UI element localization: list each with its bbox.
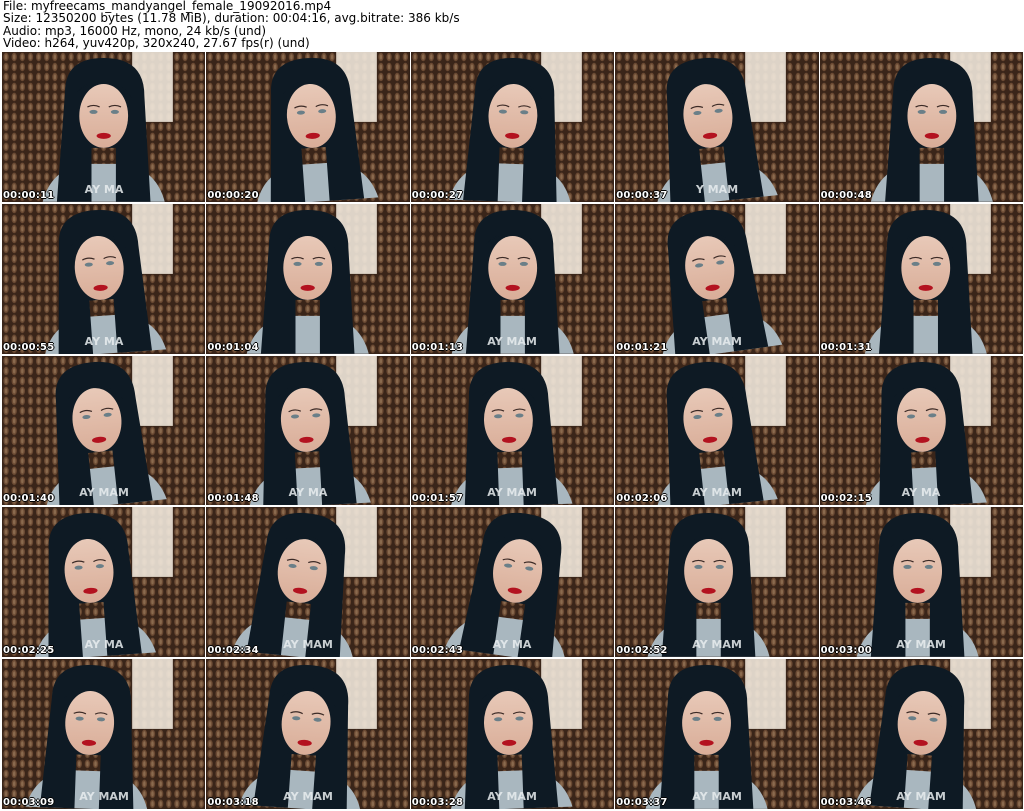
frame-timestamp: 00:00:27 bbox=[411, 189, 464, 201]
webcam-frame-image bbox=[206, 52, 410, 202]
shirt-print-text: MAM YA bbox=[692, 790, 742, 803]
file-info-header: File: myfreecams_mandyangel_female_19092… bbox=[3, 0, 1021, 52]
webcam-frame-image bbox=[819, 659, 1023, 809]
shirt-print-text: MAM YA bbox=[487, 486, 538, 500]
video-thumbnail: MAM YA 00:01:57 bbox=[410, 355, 615, 506]
shirt-print-text: AM YA bbox=[84, 182, 124, 196]
shirt-print-text: MAM YA bbox=[487, 790, 538, 803]
webcam-frame-image bbox=[615, 355, 819, 506]
video-thumbnail: MAM YA 00:03:37 bbox=[615, 659, 819, 809]
video-thumbnail: 00:00:20 bbox=[206, 52, 410, 202]
video-thumbnail: 00:01:04 bbox=[206, 203, 410, 354]
video-info-line: Video: h264, yuv420p, 320x240, 27.67 fps… bbox=[3, 36, 310, 51]
shirt-print-text: MAM YA bbox=[78, 790, 129, 803]
webcam-frame-image bbox=[206, 355, 410, 506]
shirt-print-text: MAM YA bbox=[78, 486, 129, 500]
shirt-print-text: MAM YA bbox=[692, 486, 742, 500]
video-thumbnail: MAM YA 00:03:09 bbox=[2, 659, 206, 809]
frame-timestamp: 00:03:00 bbox=[820, 645, 872, 657]
frame-timestamp: 00:01:21 bbox=[616, 341, 668, 353]
frame-timestamp: 00:02:06 bbox=[616, 493, 668, 505]
frame-timestamp: 00:03:28 bbox=[411, 797, 464, 808]
video-thumbnail: MAM YA 00:02:06 bbox=[615, 355, 819, 506]
webcam-frame-image bbox=[2, 355, 206, 506]
shirt-print-text: MAM Y bbox=[695, 182, 738, 196]
frame-timestamp: 00:01:31 bbox=[820, 341, 872, 353]
webcam-frame-image bbox=[615, 52, 819, 202]
frame-timestamp: 00:02:15 bbox=[820, 493, 872, 505]
webcam-frame-image bbox=[206, 507, 410, 658]
frame-timestamp: 00:02:52 bbox=[616, 645, 668, 657]
webcam-frame-image bbox=[410, 507, 615, 658]
video-thumbnail: AM YA 00:02:25 bbox=[2, 507, 206, 658]
webcam-frame-image bbox=[615, 507, 819, 658]
webcam-frame-image bbox=[819, 507, 1023, 658]
video-thumbnail: AM YA 00:00:11 bbox=[2, 52, 206, 202]
webcam-frame-image bbox=[410, 659, 615, 809]
frame-timestamp: 00:00:37 bbox=[616, 189, 668, 201]
webcam-frame-image bbox=[2, 659, 206, 809]
video-thumbnail: MAM YA 00:01:40 bbox=[2, 355, 206, 506]
frame-timestamp: 00:03:09 bbox=[3, 797, 55, 808]
shirt-print-text: AM YA bbox=[84, 334, 124, 348]
webcam-frame-image bbox=[2, 507, 206, 658]
webcam-frame-image bbox=[206, 203, 410, 354]
frame-timestamp: 00:00:55 bbox=[3, 341, 55, 353]
video-thumbnail: AM YA 00:02:15 bbox=[819, 355, 1023, 506]
frame-timestamp: 00:02:43 bbox=[411, 645, 464, 657]
frame-timestamp: 00:00:11 bbox=[3, 189, 55, 201]
webcam-frame-image bbox=[206, 659, 410, 809]
video-thumbnail: MAM YA 00:01:13 bbox=[410, 203, 615, 354]
video-thumbnail: 00:00:48 bbox=[819, 52, 1023, 202]
frame-timestamp: 00:01:48 bbox=[207, 493, 259, 505]
shirt-print-text: AM YA bbox=[901, 486, 941, 500]
webcam-frame-image bbox=[819, 52, 1023, 202]
video-thumbnail: MAM Y 00:00:37 bbox=[615, 52, 819, 202]
shirt-print-text: AM YA bbox=[84, 638, 124, 652]
shirt-print-text: MAM YA bbox=[692, 334, 742, 348]
shirt-print-text: MAM YA bbox=[283, 638, 333, 652]
shirt-print-text: AM YA bbox=[288, 486, 328, 500]
shirt-print-text: MAM YA bbox=[896, 790, 947, 803]
frame-timestamp: 00:03:46 bbox=[820, 797, 872, 808]
video-thumbnail: MAM YA 00:03:00 bbox=[819, 507, 1023, 658]
webcam-frame-image bbox=[819, 203, 1023, 354]
video-thumbnail: 00:00:27 bbox=[410, 52, 615, 202]
shirt-print-text: MAM YA bbox=[692, 638, 742, 652]
webcam-frame-image bbox=[819, 355, 1023, 506]
video-thumbnail: AM YA 00:02:43 bbox=[410, 507, 615, 658]
frame-timestamp: 00:01:04 bbox=[207, 341, 259, 353]
video-thumbnail: MAM YA 00:03:18 bbox=[206, 659, 410, 809]
webcam-frame-image bbox=[410, 52, 615, 202]
shirt-print-text: MAM YA bbox=[283, 790, 333, 803]
thumbnail-grid: AM YA 00:00:11 00:00:20 00:00:27 MAM Y 0… bbox=[2, 52, 1023, 809]
frame-timestamp: 00:01:40 bbox=[3, 493, 55, 505]
video-thumbnail: MAM YA 00:01:21 bbox=[615, 203, 819, 354]
video-thumbnail: MAM YA 00:03:28 bbox=[410, 659, 615, 809]
frame-timestamp: 00:00:48 bbox=[820, 189, 872, 201]
frame-timestamp: 00:01:57 bbox=[411, 493, 464, 505]
frame-timestamp: 00:00:20 bbox=[207, 189, 259, 201]
webcam-frame-image bbox=[2, 52, 206, 202]
frame-timestamp: 00:02:25 bbox=[3, 645, 55, 657]
video-thumbnail: MAM YA 00:02:52 bbox=[615, 507, 819, 658]
video-thumbnail: MAM YA 00:02:34 bbox=[206, 507, 410, 658]
shirt-print-text: MAM YA bbox=[487, 334, 538, 348]
webcam-frame-image bbox=[615, 659, 819, 809]
video-thumbnail: AM YA 00:00:55 bbox=[2, 203, 206, 354]
shirt-print-text: MAM YA bbox=[896, 638, 947, 652]
webcam-frame-image bbox=[615, 203, 819, 354]
video-thumbnail: AM YA 00:01:48 bbox=[206, 355, 410, 506]
webcam-frame-image bbox=[410, 203, 615, 354]
frame-timestamp: 00:02:34 bbox=[207, 645, 259, 657]
frame-timestamp: 00:03:37 bbox=[616, 797, 668, 808]
webcam-frame-image bbox=[2, 203, 206, 354]
frame-timestamp: 00:01:13 bbox=[411, 341, 464, 353]
video-thumbnail: MAM YA 00:03:46 bbox=[819, 659, 1023, 809]
frame-timestamp: 00:03:18 bbox=[207, 797, 259, 808]
webcam-frame-image bbox=[410, 355, 615, 506]
shirt-print-text: AM YA bbox=[493, 638, 532, 652]
file-size-line: Size: 12350200 bytes (11.78 MiB), durati… bbox=[3, 11, 460, 26]
video-thumbnail: 00:01:31 bbox=[819, 203, 1023, 354]
